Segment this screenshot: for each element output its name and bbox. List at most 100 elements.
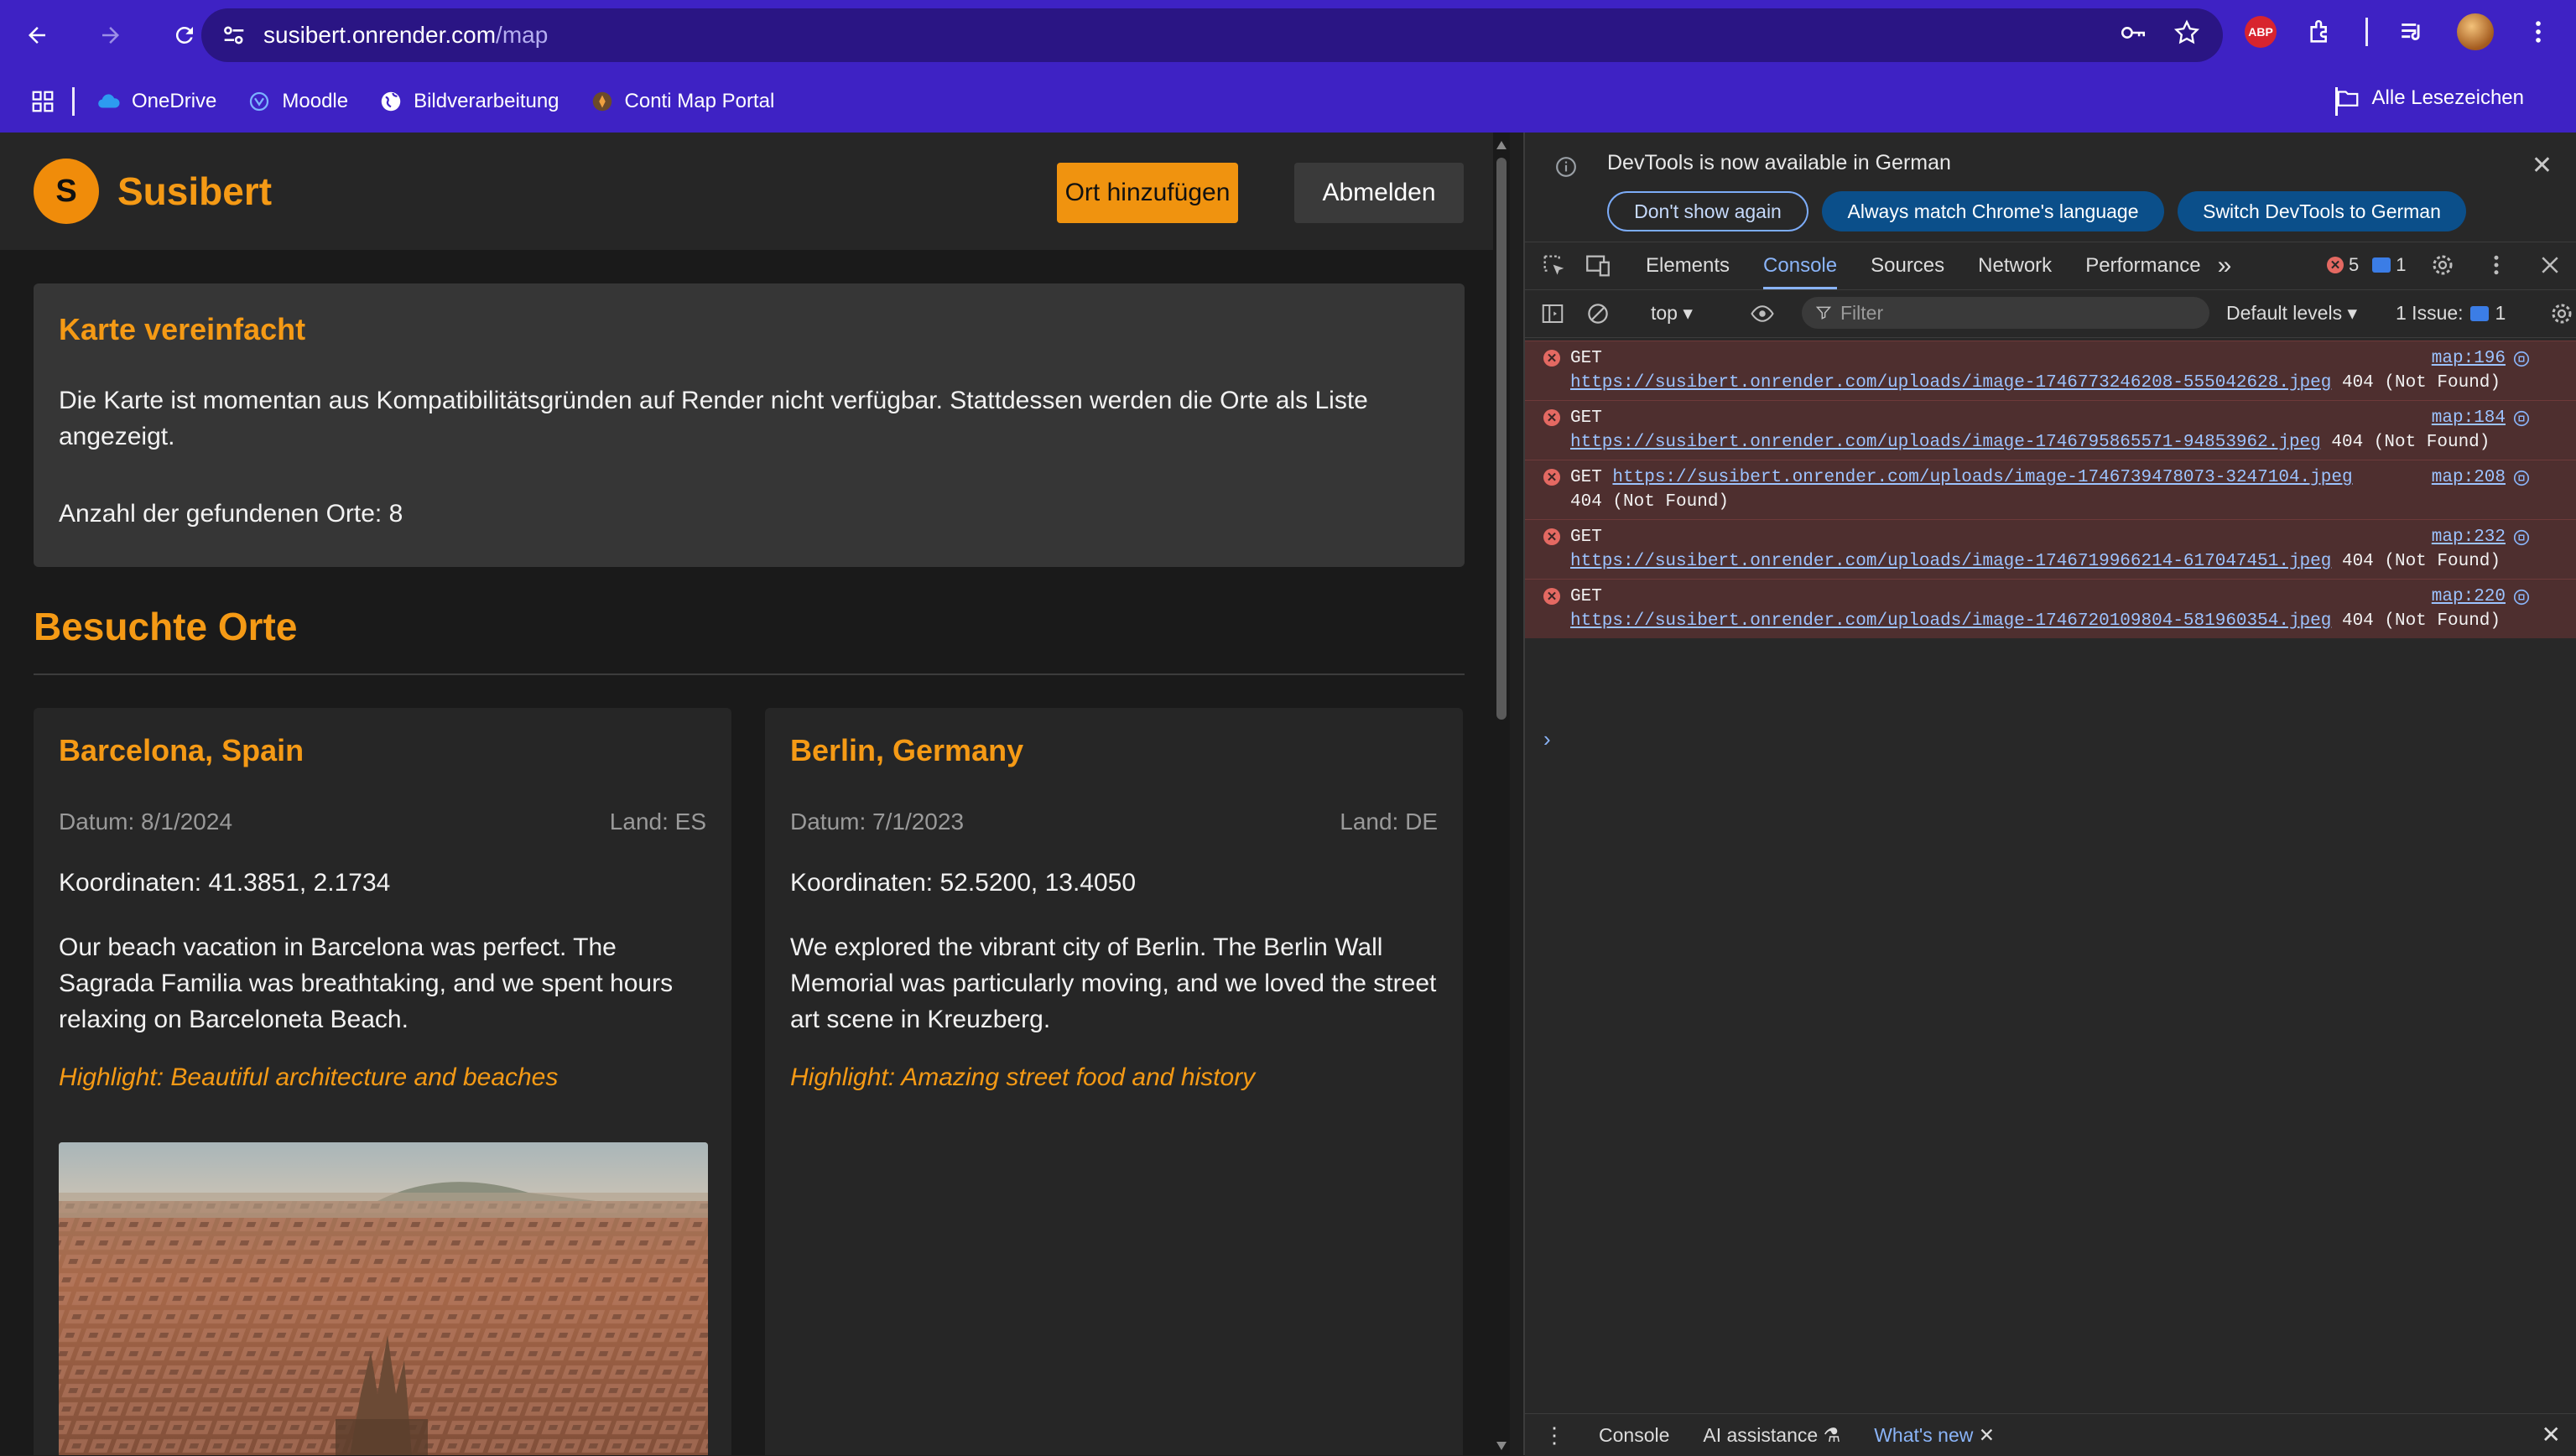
toolbar-divider <box>2365 18 2368 46</box>
console-prompt[interactable]: › <box>1543 726 1551 752</box>
source-link[interactable]: map:196 <box>2432 346 2506 371</box>
folder-icon <box>2337 91 2358 107</box>
request-url[interactable]: https://susibert.onrender.com/uploads/im… <box>1570 552 2331 571</box>
logo[interactable]: S <box>34 159 99 224</box>
eye-icon[interactable] <box>1750 301 1775 326</box>
close-devtools-icon[interactable] <box>2537 252 2563 278</box>
whats-new-label: What's new <box>1874 1423 1974 1446</box>
add-place-button[interactable]: Ort hinzufügen <box>1057 163 1238 223</box>
scroll-down-arrow-icon[interactable] <box>1496 1442 1507 1450</box>
clear-console-icon[interactable] <box>1585 301 1611 326</box>
console-settings-icon[interactable] <box>2549 301 2574 326</box>
back-button[interactable] <box>17 15 57 55</box>
apps-button[interactable] <box>30 89 55 114</box>
close-icon[interactable]: ✕ <box>2532 151 2553 180</box>
drawer-menu-icon[interactable]: ⋮ <box>1543 1422 1565 1448</box>
media-queue-icon[interactable] <box>2398 18 2427 46</box>
drawer-tab-ai-assistance[interactable]: AI assistance ⚗ <box>1703 1424 1840 1447</box>
switch-german-button[interactable]: Switch DevTools to German <box>2178 191 2466 231</box>
dont-show-again-button[interactable]: Don't show again <box>1607 191 1808 231</box>
source-link[interactable]: map:184 <box>2432 406 2506 430</box>
error-count: 5 <box>2349 254 2360 275</box>
tab-elements[interactable]: Elements <box>1646 254 1730 278</box>
drawer-tab-console[interactable]: Console <box>1599 1424 1669 1447</box>
request-url[interactable]: https://susibert.onrender.com/uploads/im… <box>1570 433 2321 452</box>
ai-explain-icon[interactable] <box>2512 528 2531 547</box>
error-icon: ✕ <box>1543 469 1560 486</box>
sidebar-toggle-icon[interactable] <box>1540 301 1565 326</box>
address-bar[interactable]: susibert.onrender.com/map <box>201 8 2223 62</box>
bookmark-onedrive[interactable]: OneDrive <box>96 89 216 114</box>
bookmarks-bar: OneDrive Moodle Bildverarbeitung Conti M… <box>0 70 2576 133</box>
console-error-row[interactable]: ✕ GET https://susibert.onrender.com/uplo… <box>1525 400 2576 460</box>
console-filter-input[interactable]: Filter <box>1802 297 2209 329</box>
device-toolbar-icon[interactable] <box>1584 252 1612 280</box>
adblock-icon[interactable]: ABP <box>2245 16 2277 48</box>
extensions-icon[interactable] <box>2307 18 2335 46</box>
page-scrollbar[interactable] <box>1493 133 1510 1455</box>
console-error-row[interactable]: ✕ GET https://susibert.onrender.com/uplo… <box>1525 341 2576 400</box>
profile-avatar[interactable] <box>2457 13 2494 50</box>
ai-explain-icon[interactable] <box>2512 588 2531 606</box>
request-url[interactable]: https://susibert.onrender.com/uploads/im… <box>1570 611 2331 631</box>
devtools-menu-icon[interactable] <box>2484 252 2509 278</box>
request-url[interactable]: https://susibert.onrender.com/uploads/im… <box>1612 468 2352 487</box>
devtools-tabbar: Elements Console Sources Network Perform… <box>1525 242 2576 290</box>
inspect-element-icon[interactable] <box>1540 252 1569 280</box>
error-counter[interactable]: ✕ 5 1 <box>2327 254 2407 276</box>
issues-counter[interactable]: 1 Issue: 1 <box>2396 302 2506 325</box>
ai-explain-icon[interactable] <box>2512 409 2531 428</box>
log-levels-dropdown[interactable]: Default levels ▾ <box>2226 302 2357 325</box>
tab-sources[interactable]: Sources <box>1871 254 1944 278</box>
bookmark-bildverarbeitung[interactable]: Bildverarbeitung <box>378 89 559 114</box>
section-divider <box>34 673 1465 675</box>
close-drawer-icon[interactable]: ✕ <box>2542 1421 2561 1448</box>
logout-button[interactable]: Abmelden <box>1294 163 1464 223</box>
source-link[interactable]: map:220 <box>2432 585 2506 609</box>
scrollbar-thumb[interactable] <box>1496 158 1507 720</box>
language-infobar: DevTools is now available in German ✕ Do… <box>1525 133 2576 240</box>
ai-assistance-label: AI assistance <box>1703 1423 1819 1446</box>
bookmark-conti-map-portal[interactable]: Conti Map Portal <box>590 89 774 114</box>
arrow-left-icon <box>29 27 45 44</box>
source-link[interactable]: map:208 <box>2432 465 2506 490</box>
browser-menu-icon[interactable] <box>2524 18 2553 46</box>
settings-gear-icon[interactable] <box>2430 252 2455 278</box>
key-icon[interactable] <box>2119 18 2147 47</box>
error-icon: ✕ <box>2327 257 2344 273</box>
site-settings-icon[interactable] <box>220 21 248 49</box>
context-selector[interactable]: top ▾ <box>1651 302 1693 325</box>
place-title: Barcelona, Spain <box>59 733 304 767</box>
tab-network[interactable]: Network <box>1978 254 2052 278</box>
bookmark-moodle[interactable]: Moodle <box>247 89 348 114</box>
brand-name[interactable]: Susibert <box>117 169 272 214</box>
console-messages: ✕ GET https://susibert.onrender.com/uplo… <box>1525 341 2576 638</box>
place-description: Our beach vacation in Barcelona was perf… <box>59 933 674 1033</box>
url-text: susibert.onrender.com/map <box>263 22 548 49</box>
console-error-row[interactable]: ✕ GET https://susibert.onrender.com/uplo… <box>1525 519 2576 579</box>
notice-title: Karte vereinfacht <box>59 312 306 346</box>
tab-performance[interactable]: Performance <box>2085 254 2200 278</box>
request-url[interactable]: https://susibert.onrender.com/uploads/im… <box>1570 373 2331 393</box>
place-title: Berlin, Germany <box>790 733 1024 767</box>
ai-explain-icon[interactable] <box>2512 469 2531 487</box>
error-icon: ✕ <box>1543 350 1560 367</box>
scroll-up-arrow-icon[interactable] <box>1496 141 1507 149</box>
source-link[interactable]: map:232 <box>2432 525 2506 549</box>
drawer-tab-whats-new[interactable]: What's new ✕ <box>1874 1424 1995 1447</box>
request-status: 404 (Not Found) <box>2341 611 2501 631</box>
console-error-row[interactable]: ✕ GET https://susibert.onrender.com/uplo… <box>1525 460 2576 519</box>
place-card[interactable]: Barcelona, Spain Datum: 8/1/2024 Land: E… <box>34 708 731 1455</box>
more-tabs-icon[interactable]: » <box>2218 252 2232 280</box>
console-error-row[interactable]: ✕ GET https://susibert.onrender.com/uplo… <box>1525 579 2576 638</box>
place-photo[interactable] <box>59 1142 708 1455</box>
ai-explain-icon[interactable] <box>2512 350 2531 368</box>
forward-button[interactable] <box>91 15 131 55</box>
star-icon[interactable] <box>2173 18 2201 47</box>
place-card[interactable]: Berlin, Germany Datum: 7/1/2023 Land: DE… <box>765 708 1463 1455</box>
all-bookmarks[interactable]: Alle Lesezeichen <box>2335 86 2524 111</box>
reload-button[interactable] <box>164 15 205 55</box>
match-language-button[interactable]: Always match Chrome's language <box>1822 191 2164 231</box>
close-tab-icon[interactable]: ✕ <box>1979 1424 1995 1446</box>
tab-console[interactable]: Console <box>1763 254 1838 289</box>
